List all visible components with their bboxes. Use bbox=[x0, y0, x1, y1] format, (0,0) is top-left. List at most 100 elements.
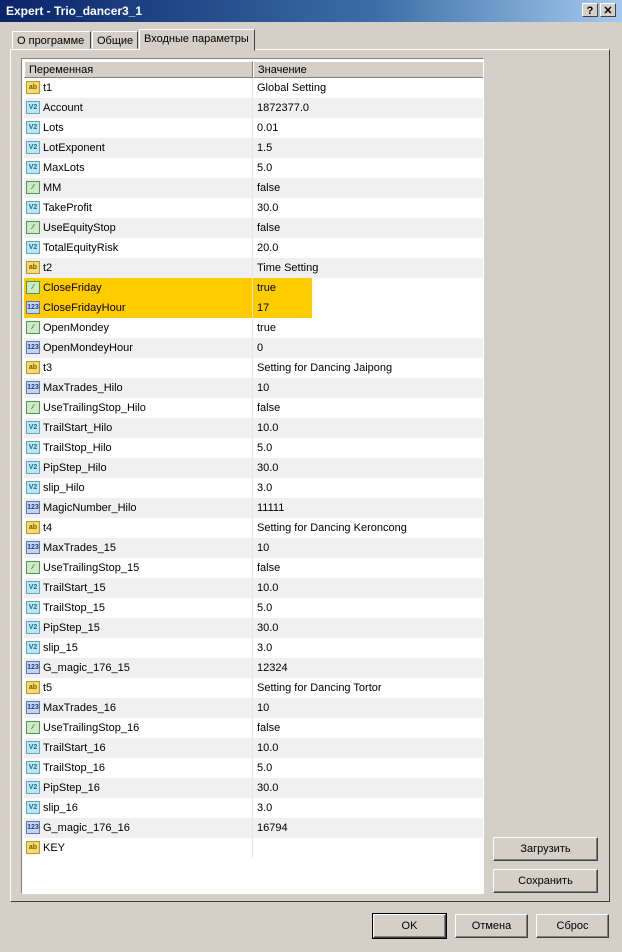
table-row[interactable]: V2 LotExponent 1.5 bbox=[24, 138, 483, 158]
table-row[interactable]: ⁄ UseTrailingStop_15 false bbox=[24, 558, 483, 578]
tab-common[interactable]: Общие bbox=[92, 31, 138, 49]
table-row[interactable]: V2 TrailStop_16 5.0 bbox=[24, 758, 483, 778]
table-row[interactable]: 123 MaxTrades_16 10 bbox=[24, 698, 483, 718]
close-icon[interactable]: ✕ bbox=[600, 3, 616, 17]
save-button[interactable]: Сохранить bbox=[493, 869, 598, 893]
variable-value[interactable]: 30.0 bbox=[257, 778, 278, 798]
variable-value[interactable]: 0.01 bbox=[257, 118, 278, 138]
table-row[interactable]: ⁄ UseEquityStop false bbox=[24, 218, 483, 238]
table-row[interactable]: V2 TakeProfit 30.0 bbox=[24, 198, 483, 218]
table-row[interactable]: V2 PipStep_Hilo 30.0 bbox=[24, 458, 483, 478]
variable-value[interactable]: Time Setting bbox=[257, 258, 318, 278]
reset-button[interactable]: Сброс bbox=[536, 914, 609, 938]
table-row[interactable]: V2 TrailStart_16 10.0 bbox=[24, 738, 483, 758]
column-divider bbox=[252, 198, 253, 218]
variable-value[interactable]: true bbox=[257, 278, 276, 298]
int-type-icon: 123 bbox=[26, 701, 40, 714]
column-divider bbox=[252, 658, 253, 678]
column-divider bbox=[252, 258, 253, 278]
variable-value[interactable]: 30.0 bbox=[257, 458, 278, 478]
variable-value[interactable]: 3.0 bbox=[257, 478, 272, 498]
variable-value[interactable]: 10.0 bbox=[257, 738, 278, 758]
table-row[interactable]: V2 Account 1872377.0 bbox=[24, 98, 483, 118]
cancel-button[interactable]: Отмена bbox=[455, 914, 528, 938]
table-row[interactable]: V2 TotalEquityRisk 20.0 bbox=[24, 238, 483, 258]
variable-value[interactable]: 5.0 bbox=[257, 758, 272, 778]
variable-name: MaxTrades_15 bbox=[43, 542, 116, 554]
variable-value[interactable]: false bbox=[257, 178, 280, 198]
variable-value[interactable]: 3.0 bbox=[257, 798, 272, 818]
table-row[interactable]: ⁄ MM false bbox=[24, 178, 483, 198]
table-row[interactable]: 123 G_magic_176_15 12324 bbox=[24, 658, 483, 678]
table-row[interactable]: V2 Lots 0.01 bbox=[24, 118, 483, 138]
variable-value[interactable]: 1.5 bbox=[257, 138, 272, 158]
variable-value[interactable]: 5.0 bbox=[257, 598, 272, 618]
table-row[interactable]: 123 MagicNumber_Hilo 11111 bbox=[24, 498, 483, 518]
table-row[interactable]: 123 MaxTrades_Hilo 10 bbox=[24, 378, 483, 398]
table-row[interactable]: V2 slip_16 3.0 bbox=[24, 798, 483, 818]
variable-name: PipStep_Hilo bbox=[43, 462, 107, 474]
table-row[interactable]: V2 TrailStart_15 10.0 bbox=[24, 578, 483, 598]
variable-value[interactable]: 10 bbox=[257, 698, 269, 718]
table-row[interactable]: V2 TrailStart_Hilo 10.0 bbox=[24, 418, 483, 438]
variable-value[interactable]: 10.0 bbox=[257, 418, 278, 438]
table-row[interactable]: V2 MaxLots 5.0 bbox=[24, 158, 483, 178]
variable-name: MaxTrades_Hilo bbox=[43, 382, 123, 394]
variable-value[interactable]: 16794 bbox=[257, 818, 288, 838]
help-button[interactable]: ? bbox=[582, 3, 598, 17]
tab-about[interactable]: О программе bbox=[12, 31, 91, 49]
variable-value[interactable]: Setting for Dancing Jaipong bbox=[257, 358, 392, 378]
table-row[interactable]: V2 PipStep_16 30.0 bbox=[24, 778, 483, 798]
variable-value[interactable]: 10 bbox=[257, 538, 269, 558]
variable-value[interactable]: 17 bbox=[257, 298, 269, 318]
variable-name: KEY bbox=[43, 842, 66, 854]
table-row[interactable]: ⁄ UseTrailingStop_16 false bbox=[24, 718, 483, 738]
table-row[interactable]: V2 slip_15 3.0 bbox=[24, 638, 483, 658]
table-row[interactable]: V2 PipStep_15 30.0 bbox=[24, 618, 483, 638]
variable-value[interactable]: 20.0 bbox=[257, 238, 278, 258]
column-header-variable[interactable]: Переменная bbox=[24, 61, 253, 78]
variable-value[interactable]: Global Setting bbox=[257, 78, 326, 98]
double-type-icon: V2 bbox=[26, 141, 40, 154]
table-row[interactable]: 123 MaxTrades_15 10 bbox=[24, 538, 483, 558]
variable-value[interactable]: 12324 bbox=[257, 658, 288, 678]
variable-value[interactable]: 10.0 bbox=[257, 578, 278, 598]
variable-value[interactable]: false bbox=[257, 398, 280, 418]
load-button[interactable]: Загрузить bbox=[493, 837, 598, 861]
table-row[interactable]: 123 OpenMondeyHour 0 bbox=[24, 338, 483, 358]
table-row[interactable]: ab t4 Setting for Dancing Keroncong bbox=[24, 518, 483, 538]
table-row[interactable]: ab t2 Time Setting bbox=[24, 258, 483, 278]
ok-button[interactable]: OK bbox=[372, 913, 447, 939]
variable-value[interactable]: 0 bbox=[257, 338, 263, 358]
table-row[interactable]: 123 G_magic_176_16 16794 bbox=[24, 818, 483, 838]
table-row[interactable]: ab KEY bbox=[24, 838, 483, 858]
variable-value[interactable]: 5.0 bbox=[257, 158, 272, 178]
variable-value[interactable]: 30.0 bbox=[257, 618, 278, 638]
table-row[interactable]: ab t3 Setting for Dancing Jaipong bbox=[24, 358, 483, 378]
table-row[interactable]: 123 CloseFridayHour 17 bbox=[24, 298, 483, 318]
variable-value[interactable]: Setting for Dancing Tortor bbox=[257, 678, 382, 698]
variable-value[interactable]: 30.0 bbox=[257, 198, 278, 218]
variable-value[interactable]: false bbox=[257, 558, 280, 578]
variable-value[interactable]: 3.0 bbox=[257, 638, 272, 658]
variable-value[interactable]: 11111 bbox=[257, 498, 284, 518]
column-divider bbox=[252, 158, 253, 178]
variable-value[interactable]: true bbox=[257, 318, 276, 338]
table-row[interactable]: V2 TrailStop_15 5.0 bbox=[24, 598, 483, 618]
variable-value[interactable]: 5.0 bbox=[257, 438, 272, 458]
table-row[interactable]: ⁄ OpenMondey true bbox=[24, 318, 483, 338]
column-header-value[interactable]: Значение bbox=[253, 61, 483, 78]
variable-value[interactable]: 10 bbox=[257, 378, 269, 398]
table-row[interactable]: ⁄ UseTrailingStop_Hilo false bbox=[24, 398, 483, 418]
variable-value[interactable]: false bbox=[257, 718, 280, 738]
variable-value[interactable]: 1872377.0 bbox=[257, 98, 309, 118]
table-row[interactable]: V2 TrailStop_Hilo 5.0 bbox=[24, 438, 483, 458]
tab-inputs[interactable]: Входные параметры bbox=[139, 29, 255, 51]
variable-value[interactable]: false bbox=[257, 218, 280, 238]
variable-value[interactable]: Setting for Dancing Keroncong bbox=[257, 518, 407, 538]
bool-type-icon: ⁄ bbox=[26, 281, 40, 294]
table-row[interactable]: ab t1 Global Setting bbox=[24, 78, 483, 98]
table-row[interactable]: V2 slip_Hilo 3.0 bbox=[24, 478, 483, 498]
table-row[interactable]: ⁄ CloseFriday true bbox=[24, 278, 483, 298]
table-row[interactable]: ab t5 Setting for Dancing Tortor bbox=[24, 678, 483, 698]
